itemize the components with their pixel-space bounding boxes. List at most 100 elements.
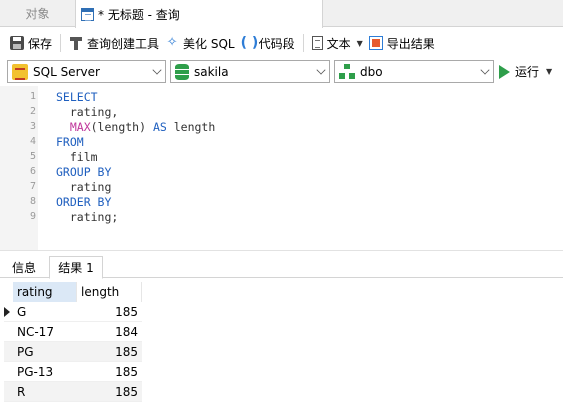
database-select[interactable]: sakila bbox=[170, 60, 330, 83]
code-snippet-icon: ( ) bbox=[240, 35, 259, 51]
current-row-marker-icon bbox=[4, 307, 10, 317]
line-number: 6 bbox=[29, 166, 36, 177]
cell-length[interactable]: 184 bbox=[77, 322, 138, 342]
line-number: 9 bbox=[29, 211, 36, 222]
cell-rating[interactable]: G bbox=[17, 302, 26, 322]
tab-query-label: * 无标题 - 查询 bbox=[98, 7, 180, 22]
database-select-value: sakila bbox=[194, 64, 229, 79]
cell-rating[interactable]: PG bbox=[17, 342, 34, 362]
query-builder-icon bbox=[69, 36, 83, 50]
code-line: GROUP BY bbox=[56, 165, 111, 179]
schema-select-value: dbo bbox=[360, 64, 383, 79]
query-builder-button[interactable]: 查询创建工具 bbox=[66, 32, 162, 54]
save-icon bbox=[10, 36, 24, 50]
code-line: ORDER BY bbox=[56, 195, 111, 209]
text-menu-button[interactable]: 文本 ▼ bbox=[309, 32, 366, 54]
database-icon bbox=[175, 63, 189, 80]
code-line: rating, bbox=[56, 105, 118, 119]
sql-text: length bbox=[166, 120, 216, 134]
cell-length[interactable]: 185 bbox=[77, 302, 138, 322]
column-header-label: rating bbox=[17, 285, 53, 299]
toolbar-divider bbox=[302, 34, 304, 52]
export-results-button[interactable]: 导出结果 bbox=[366, 32, 438, 54]
chevron-down-icon bbox=[316, 65, 326, 75]
table-row[interactable]: PG 185 bbox=[4, 342, 142, 362]
code-line: SELECT bbox=[56, 90, 98, 104]
schema-select[interactable]: dbo bbox=[334, 60, 494, 83]
code-snippet-label: 代码段 bbox=[258, 36, 295, 51]
beautify-sql-button[interactable]: ✧ 美化 SQL bbox=[162, 32, 238, 54]
tab-result-1[interactable]: 结果 1 bbox=[49, 256, 103, 279]
code-line: rating; bbox=[56, 210, 118, 224]
column-header-length[interactable]: length bbox=[77, 282, 142, 302]
sql-function: MAX bbox=[56, 120, 91, 134]
sql-text: rating bbox=[56, 180, 112, 194]
code-snippet-button[interactable]: ( ) 代码段 bbox=[238, 32, 298, 54]
table-row[interactable]: PG-13 185 bbox=[4, 362, 142, 382]
column-header-rating[interactable]: rating bbox=[13, 282, 77, 302]
column-header-label: length bbox=[81, 285, 120, 299]
chevron-down-icon bbox=[480, 65, 490, 75]
text-icon bbox=[311, 36, 323, 50]
sql-editor[interactable]: 1 SELECT 2 rating, 3 MAX(length) AS leng… bbox=[0, 86, 563, 250]
sql-text: rating; bbox=[56, 210, 119, 224]
connection-bar: SQL Server sakila dbo 运行 ▼ bbox=[0, 59, 563, 85]
run-icon bbox=[499, 64, 510, 79]
sql-keyword: SELECT bbox=[56, 90, 98, 104]
sql-text: film bbox=[56, 150, 98, 164]
export-icon bbox=[368, 36, 383, 50]
save-button[interactable]: 保存 bbox=[7, 32, 55, 54]
tab-untitled-query[interactable]: * 无标题 - 查询 bbox=[75, 0, 323, 28]
line-number: 8 bbox=[29, 196, 36, 207]
toolbar-divider bbox=[60, 34, 62, 52]
table-row[interactable]: G 185 bbox=[4, 302, 142, 322]
result-tab-bar: 信息 结果 1 bbox=[0, 255, 563, 279]
cell-rating[interactable]: NC-17 bbox=[17, 322, 54, 342]
line-number: 3 bbox=[29, 121, 36, 132]
sql-keyword: ORDER BY bbox=[56, 195, 112, 209]
code-line: film bbox=[56, 150, 98, 164]
chevron-down-icon bbox=[152, 65, 162, 75]
sql-text: (length) bbox=[90, 120, 153, 134]
document-tab-bar: 对象 * 无标题 - 查询 bbox=[0, 0, 563, 28]
run-button[interactable]: 运行 ▼ bbox=[499, 60, 552, 83]
cell-rating[interactable]: R bbox=[17, 382, 25, 402]
tab-result-1-label: 结果 1 bbox=[58, 261, 94, 275]
code-line: FROM bbox=[56, 135, 84, 149]
code-line: MAX(length) AS length bbox=[56, 120, 215, 134]
save-label: 保存 bbox=[28, 36, 53, 51]
cell-rating[interactable]: PG-13 bbox=[17, 362, 53, 382]
table-row[interactable]: NC-17 184 bbox=[4, 322, 142, 342]
line-number: 7 bbox=[29, 181, 36, 192]
tab-objects-label: 对象 bbox=[25, 7, 50, 21]
schema-icon bbox=[339, 63, 355, 80]
line-number: 2 bbox=[29, 106, 36, 117]
query-toolbar: 保存 查询创建工具 ✧ 美化 SQL ( ) 代码段 文本 ▼ 导出结果 bbox=[0, 28, 563, 58]
table-row[interactable]: R 185 bbox=[4, 382, 142, 402]
cell-length[interactable]: 185 bbox=[77, 362, 138, 382]
tab-info-label: 信息 bbox=[11, 260, 36, 275]
sql-keyword: FROM bbox=[56, 135, 84, 149]
export-results-label: 导出结果 bbox=[386, 36, 435, 51]
sql-server-icon bbox=[12, 63, 28, 80]
run-label: 运行 bbox=[515, 65, 540, 79]
line-number: 1 bbox=[29, 91, 36, 102]
server-select-value: SQL Server bbox=[33, 64, 100, 79]
sql-keyword: AS bbox=[152, 120, 167, 134]
code-line: rating bbox=[56, 180, 112, 194]
cell-length[interactable]: 185 bbox=[77, 342, 138, 362]
chevron-down-icon: ▼ bbox=[356, 38, 363, 48]
tab-objects[interactable]: 对象 bbox=[0, 0, 75, 27]
chevron-down-icon[interactable]: ▼ bbox=[546, 67, 552, 76]
tab-info[interactable]: 信息 bbox=[4, 256, 44, 278]
text-label: 文本 bbox=[326, 36, 351, 51]
query-builder-label: 查询创建工具 bbox=[87, 36, 160, 51]
beautify-icon: ✧ bbox=[166, 35, 178, 50]
line-number: 5 bbox=[29, 151, 36, 162]
query-tab-icon bbox=[81, 7, 94, 21]
server-select[interactable]: SQL Server bbox=[7, 60, 166, 83]
beautify-sql-label: 美化 SQL bbox=[183, 36, 235, 51]
cell-length[interactable]: 185 bbox=[77, 382, 138, 402]
sql-text: rating, bbox=[56, 105, 119, 119]
sql-keyword: GROUP BY bbox=[56, 165, 112, 179]
